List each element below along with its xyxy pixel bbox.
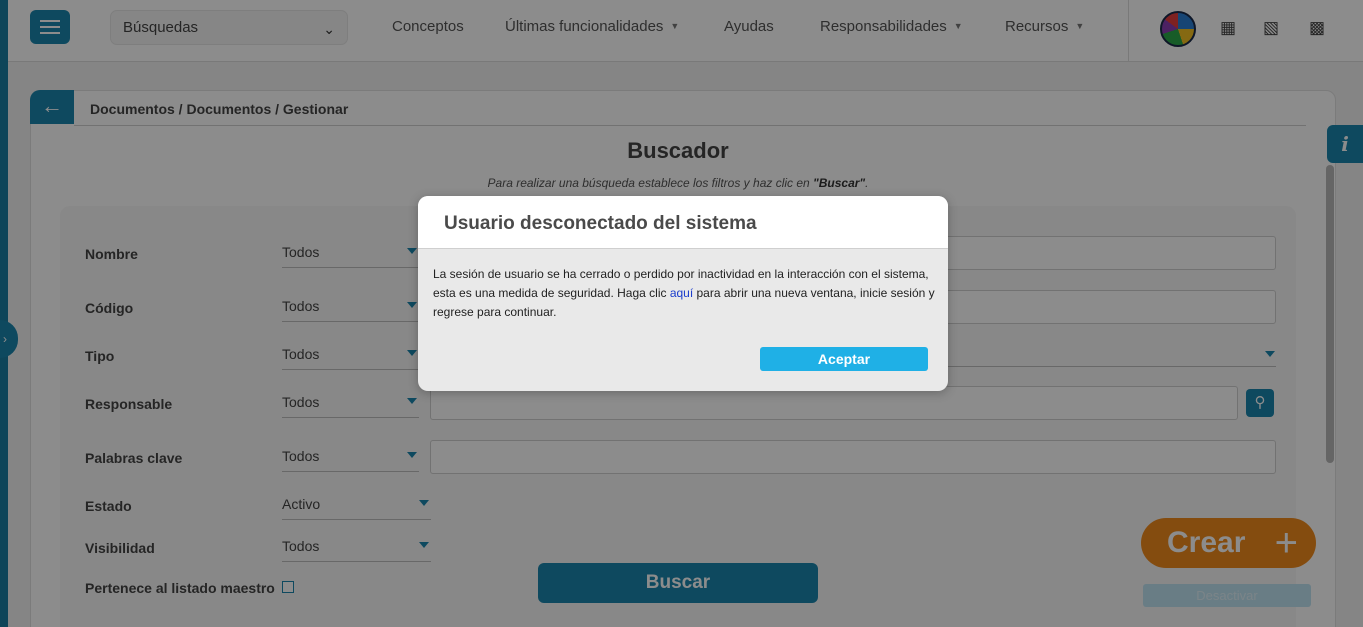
dialog-header: Usuario desconectado del sistema <box>418 196 948 249</box>
session-expired-dialog: Usuario desconectado del sistema La sesi… <box>418 196 948 391</box>
dialog-title: Usuario desconectado del sistema <box>444 213 757 234</box>
new-window-link[interactable]: aquí <box>670 286 693 300</box>
dialog-message: La sesión de usuario se ha cerrado o per… <box>433 265 938 322</box>
accept-button[interactable]: Aceptar <box>760 347 928 371</box>
